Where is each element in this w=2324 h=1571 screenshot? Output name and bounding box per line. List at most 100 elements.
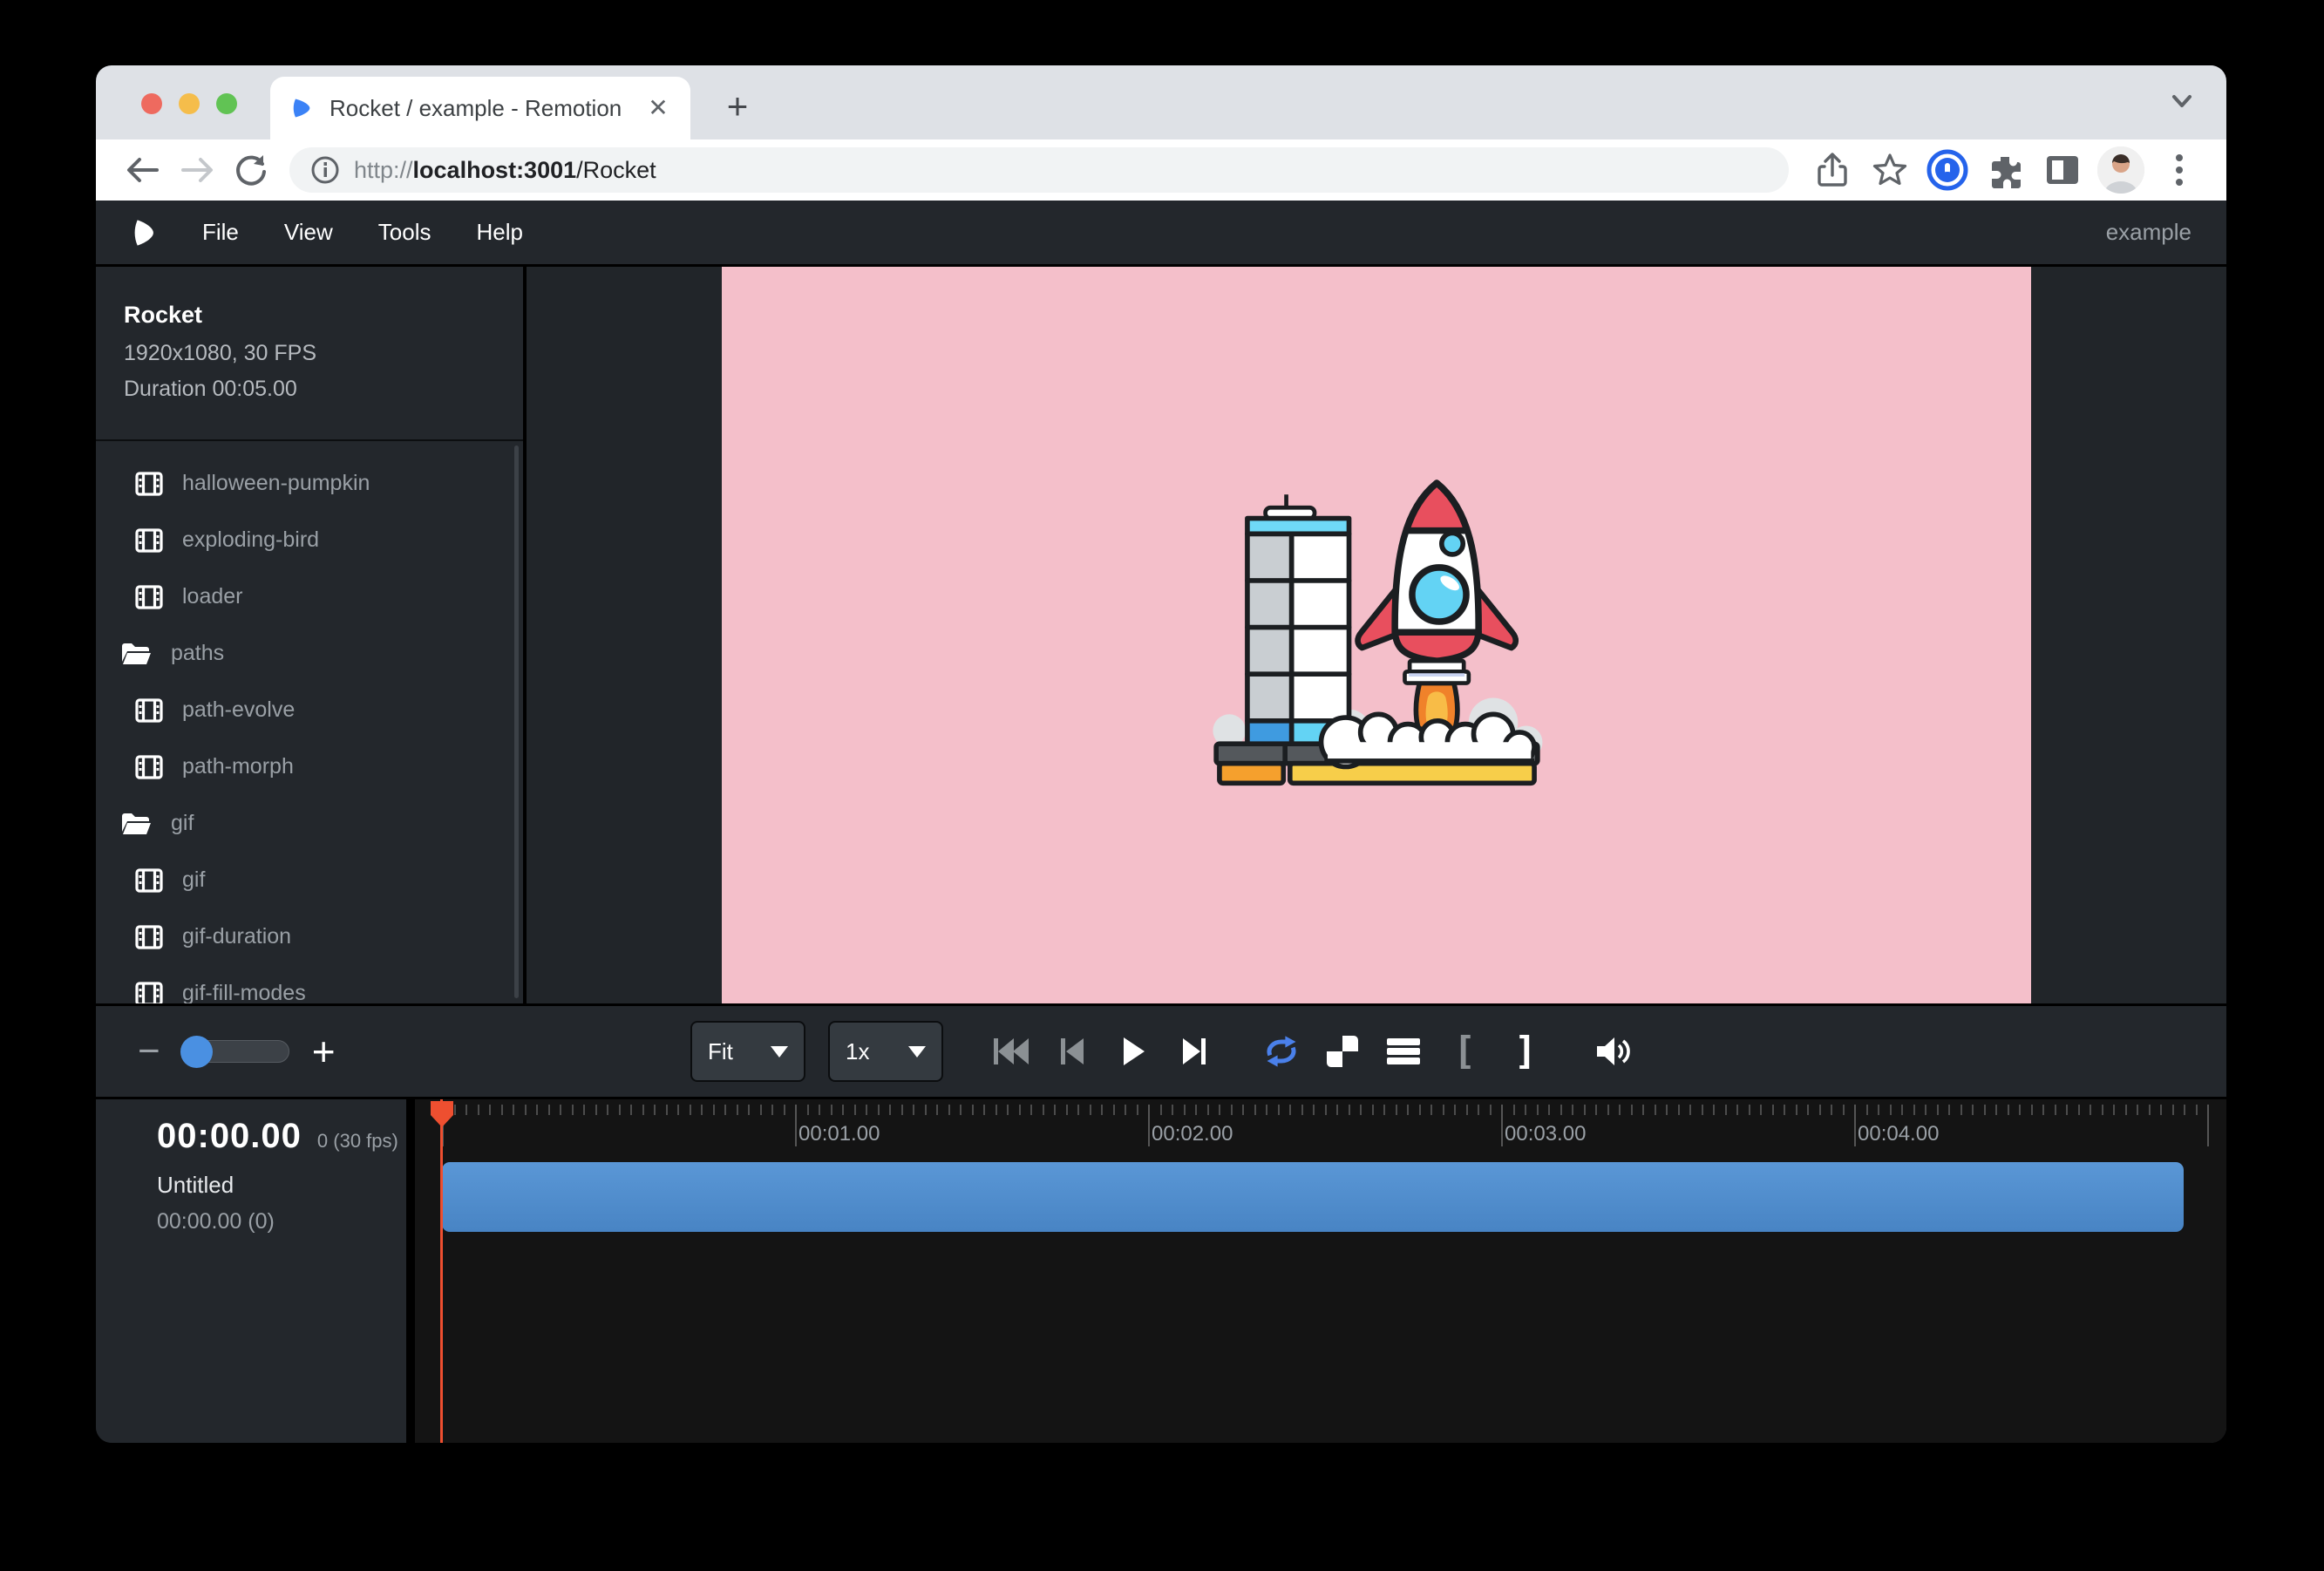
size-select[interactable]: Fit: [690, 1021, 805, 1082]
current-timecode: 00:00.00: [157, 1117, 302, 1156]
ruler-tick: [1383, 1105, 1385, 1115]
ruler-tick: [1537, 1105, 1539, 1115]
browser-tab[interactable]: Rocket / example - Remotion P ✕: [270, 77, 690, 139]
composition-label: gif: [182, 867, 205, 893]
transparency-toggle-button[interactable]: [1323, 1032, 1362, 1071]
composition-item[interactable]: gif: [96, 852, 523, 908]
composition-item[interactable]: path-morph: [96, 738, 523, 795]
browser-menu-button[interactable]: [2157, 147, 2202, 193]
ruler-tick: [1866, 1105, 1868, 1115]
composition-item[interactable]: gif-fill-modes: [96, 965, 523, 1003]
ruler-tick: [2042, 1105, 2044, 1115]
ruler-tick: [1749, 1105, 1750, 1115]
ruler-tick: [630, 1105, 632, 1115]
ruler-tick: [1831, 1105, 1832, 1115]
film-icon: [135, 982, 163, 1004]
menu-tools[interactable]: Tools: [378, 219, 432, 246]
timeline-track-area[interactable]: 00:01.00 00:02.00 00:03.00 00:04.00: [415, 1099, 2226, 1443]
composition-item[interactable]: path-evolve: [96, 682, 523, 738]
folder-open-icon: [120, 641, 152, 667]
side-panel-button[interactable]: [2040, 147, 2085, 193]
ruler-tick: [1160, 1105, 1162, 1115]
composition-label: loader: [182, 584, 243, 609]
forward-button[interactable]: [174, 147, 220, 193]
composition-label: gif-fill-modes: [182, 981, 306, 1003]
loop-toggle-button[interactable]: [1262, 1032, 1301, 1071]
info-icon[interactable]: [310, 155, 340, 185]
reload-button[interactable]: [228, 147, 274, 193]
ruler-tick: [1360, 1105, 1362, 1115]
ruler-tick: [595, 1105, 597, 1115]
close-window-button[interactable]: [141, 93, 162, 114]
ruler-tick: [1807, 1105, 1809, 1115]
zoom-slider-knob[interactable]: [180, 1036, 213, 1068]
folder-item[interactable]: paths: [96, 625, 523, 682]
current-frame-info: 0 (30 fps): [317, 1130, 398, 1153]
ruler-tick: [1478, 1105, 1479, 1115]
new-tab-button[interactable]: +: [715, 85, 760, 130]
ruler-tick: [1278, 1105, 1280, 1115]
kebab-menu-icon: [2175, 153, 2184, 187]
composition-item[interactable]: loader: [96, 568, 523, 625]
remotion-logo-icon[interactable]: [131, 218, 157, 248]
app-menubar: File View Tools Help example: [96, 201, 2226, 267]
jump-to-end-button[interactable]: [1175, 1032, 1213, 1071]
url-host: localhost:3001: [413, 157, 577, 183]
ruler-tick: [842, 1105, 844, 1115]
menu-file[interactable]: File: [202, 219, 239, 246]
play-button[interactable]: [1114, 1032, 1152, 1071]
speed-select[interactable]: 1x: [828, 1021, 943, 1082]
onepassword-extension-button[interactable]: [1925, 147, 1970, 193]
zoom-slider[interactable]: [183, 1040, 289, 1063]
tab-search-chevron-icon[interactable]: [2167, 90, 2197, 112]
jump-to-start-icon: [992, 1036, 1030, 1067]
ruler-tick: [1713, 1105, 1715, 1115]
playhead-line[interactable]: [440, 1099, 443, 1443]
ruler-tick: [1642, 1105, 1644, 1115]
timeline-info-panel: 00:00.00 0 (30 fps) Untitled 00:00.00 (0…: [96, 1099, 415, 1443]
playhead-handle[interactable]: [430, 1100, 454, 1128]
composition-item[interactable]: halloween-pumpkin: [96, 455, 523, 512]
fullscreen-window-button[interactable]: [216, 93, 237, 114]
zoom-in-button[interactable]: +: [312, 1028, 336, 1075]
ruler-label: 00:01.00: [798, 1122, 880, 1146]
sidebar-scrollbar[interactable]: [514, 445, 519, 998]
composition-label: halloween-pumpkin: [182, 471, 370, 496]
menu-view[interactable]: View: [284, 219, 333, 246]
menu-help[interactable]: Help: [477, 219, 523, 246]
ruler-tick: [1937, 1105, 1939, 1115]
back-button[interactable]: [120, 147, 166, 193]
bookmark-button[interactable]: [1867, 147, 1913, 193]
timeline-rows-button[interactable]: [1384, 1032, 1423, 1071]
ruler-tick: [1678, 1105, 1680, 1115]
compositions-sidebar: Rocket 1920x1080, 30 FPS Duration 00:05.…: [96, 267, 527, 1003]
ruler-tick: [1407, 1105, 1409, 1115]
ruler-tick: [713, 1105, 715, 1115]
previous-frame-button[interactable]: [1053, 1032, 1091, 1071]
remotion-favicon-icon: [289, 96, 314, 120]
url-bar[interactable]: http://localhost:3001/Rocket: [289, 147, 1789, 193]
composition-item[interactable]: gif-duration: [96, 908, 523, 965]
folder-item[interactable]: gif: [96, 795, 523, 852]
extensions-button[interactable]: [1982, 147, 2028, 193]
film-icon: [135, 528, 163, 553]
jump-to-start-button[interactable]: [992, 1032, 1030, 1071]
ruler-tick: [1995, 1105, 1997, 1115]
avatar[interactable]: [2097, 146, 2144, 194]
ruler-tick: [1336, 1105, 1338, 1115]
zoom-out-button[interactable]: −: [138, 1030, 160, 1073]
set-out-point-button[interactable]: ]: [1506, 1032, 1545, 1071]
composition-item[interactable]: exploding-bird: [96, 512, 523, 568]
folder-open-icon: [120, 811, 152, 837]
share-button[interactable]: [1810, 147, 1855, 193]
set-in-point-button[interactable]: [: [1445, 1032, 1484, 1071]
ruler-tick: [1349, 1105, 1350, 1115]
timeline-sequence-bar[interactable]: [442, 1162, 2184, 1232]
ruler-tick: [1419, 1105, 1421, 1115]
tab-close-icon[interactable]: ✕: [645, 95, 671, 121]
mute-button[interactable]: [1594, 1032, 1632, 1071]
out-bracket-icon: ]: [1514, 1032, 1538, 1071]
ruler-tick: [889, 1105, 891, 1115]
minimize-window-button[interactable]: [179, 93, 200, 114]
ruler-tick: [1289, 1105, 1291, 1115]
